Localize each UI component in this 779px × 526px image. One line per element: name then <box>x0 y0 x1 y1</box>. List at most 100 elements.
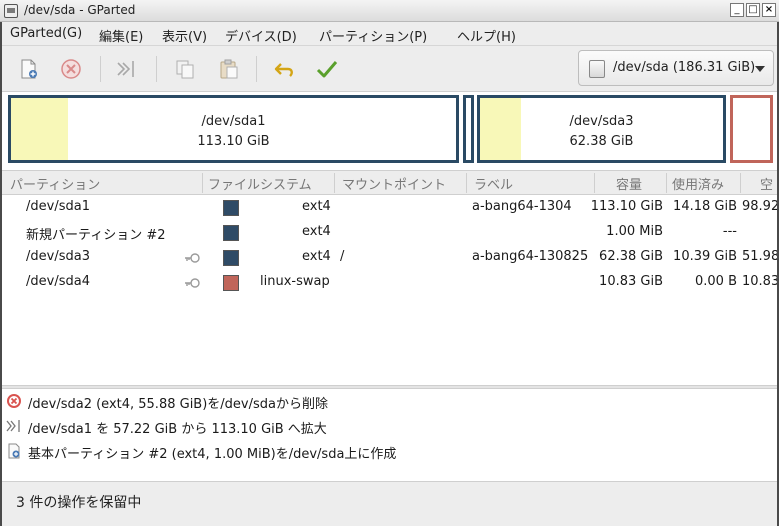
apply-button[interactable] <box>312 54 342 84</box>
cell-size: 113.10 GiB <box>590 199 663 214</box>
key-icon <box>185 278 200 288</box>
menu-gparted[interactable]: GParted(G) <box>10 26 82 41</box>
cell-filesystem: linux-swap <box>260 274 330 289</box>
cell-partition: /dev/sda4 <box>26 274 90 289</box>
resize-move-button[interactable] <box>112 54 142 84</box>
cell-filesystem: ext4 <box>302 249 331 264</box>
delete-icon <box>61 59 81 79</box>
toolbar-separator <box>156 56 157 82</box>
operation-text: /dev/sda1 を 57.22 GiB から 113.10 GiB へ拡大 <box>28 422 327 437</box>
apply-icon <box>316 61 338 78</box>
filesystem-color-swatch <box>223 225 239 241</box>
window-title: /dev/sda - GParted <box>24 3 136 17</box>
column-filesystem[interactable]: ファイルシステム <box>208 174 312 193</box>
column-separator <box>334 173 335 193</box>
delete-icon <box>7 394 21 408</box>
cell-size: 62.38 GiB <box>599 249 663 264</box>
menu-bar: GParted(G) 編集(E) 表示(V) デバイス(D) パーティション(P… <box>0 22 779 46</box>
paste-button[interactable] <box>214 54 244 84</box>
new-partition-icon <box>8 443 20 459</box>
partition-size: 62.38 GiB <box>569 134 634 149</box>
resize-icon <box>6 420 20 432</box>
cell-size: 1.00 MiB <box>606 224 663 239</box>
partition-table: /dev/sda1 ext4 a-bang64-1304 113.10 GiB … <box>2 195 779 385</box>
column-mountpoint[interactable]: マウントポイント <box>342 174 446 193</box>
filesystem-color-swatch <box>223 275 239 291</box>
toolbar: /dev/sda (186.31 GiB) <box>0 46 779 92</box>
paste-icon <box>220 59 238 79</box>
maximize-button[interactable]: □ <box>746 3 760 17</box>
table-row[interactable]: /dev/sda3 ext4 / a-bang64-130825 62.38 G… <box>2 245 779 270</box>
operation-text: /dev/sda2 (ext4, 55.88 GiB)を/dev/sdaから削除 <box>28 397 328 412</box>
column-label[interactable]: ラベル <box>474 174 513 193</box>
resize-move-icon <box>117 61 134 77</box>
column-separator <box>466 173 467 193</box>
partition-table-header: パーティション ファイルシステム マウントポイント ラベル 容量 使用済み 空 <box>2 170 779 195</box>
chevron-down-icon <box>755 66 765 72</box>
column-size[interactable]: 容量 <box>616 174 642 193</box>
column-free[interactable]: 空 <box>760 174 773 193</box>
hard-disk-icon <box>589 60 605 78</box>
menu-partition[interactable]: パーティション(P) <box>319 26 427 45</box>
undo-button[interactable] <box>270 54 300 84</box>
table-row[interactable]: /dev/sda4 linux-swap 10.83 GiB 0.00 B 10… <box>2 270 779 295</box>
table-row[interactable]: 新規パーティション #2 ext4 1.00 MiB --- <box>2 220 779 245</box>
cell-used: --- <box>722 224 737 239</box>
title-bar: /dev/sda - GParted _ □ × <box>0 0 779 22</box>
operation-text: 基本パーティション #2 (ext4, 1.00 MiB)を/dev/sda上に… <box>28 447 397 462</box>
cell-partition: /dev/sda1 <box>26 199 90 214</box>
pending-status: 3 件の操作を保留中 <box>16 495 142 511</box>
status-bar: 3 件の操作を保留中 <box>0 481 779 526</box>
pending-operations-list: /dev/sda2 (ext4, 55.88 GiB)を/dev/sdaから削除… <box>0 389 779 481</box>
menu-device[interactable]: デバイス(D) <box>225 26 297 45</box>
cell-filesystem: ext4 <box>302 224 331 239</box>
column-separator <box>202 173 203 193</box>
cell-used: 0.00 B <box>695 274 737 289</box>
menu-view[interactable]: 表示(V) <box>162 26 207 45</box>
delete-button[interactable] <box>56 54 86 84</box>
partition-name: /dev/sda1 <box>201 114 266 129</box>
key-icon <box>185 253 200 263</box>
undo-icon <box>274 63 293 77</box>
cell-used: 10.39 GiB <box>673 249 737 264</box>
copy-icon <box>176 60 194 79</box>
cell-filesystem: ext4 <box>302 199 331 214</box>
new-partition-button[interactable] <box>14 54 44 84</box>
cell-partition: 新規パーティション #2 <box>26 228 166 243</box>
column-partition[interactable]: パーティション <box>10 174 100 193</box>
column-used[interactable]: 使用済み <box>672 174 724 193</box>
menu-edit[interactable]: 編集(E) <box>99 26 143 45</box>
disk-map-partition-sda4[interactable] <box>730 95 773 163</box>
column-separator <box>594 173 595 193</box>
window-border-left <box>0 22 2 526</box>
cell-used: 14.18 GiB <box>673 199 737 214</box>
device-selector[interactable]: /dev/sda (186.31 GiB) <box>578 50 774 86</box>
filesystem-color-swatch <box>223 250 239 266</box>
close-button[interactable]: × <box>762 3 776 17</box>
disk-map-partition-sda3[interactable]: /dev/sda3 62.38 GiB <box>477 95 726 163</box>
table-row[interactable]: /dev/sda1 ext4 a-bang64-1304 113.10 GiB … <box>2 195 779 220</box>
cell-free: 10.83 <box>742 274 779 289</box>
partition-size: 113.10 GiB <box>197 134 270 149</box>
cell-label: a-bang64-1304 <box>472 199 572 214</box>
partition-name: /dev/sda3 <box>569 114 634 129</box>
toolbar-separator <box>100 56 101 82</box>
cell-partition: /dev/sda3 <box>26 249 90 264</box>
copy-button[interactable] <box>170 54 200 84</box>
app-icon <box>4 4 18 18</box>
column-separator <box>666 173 667 193</box>
cell-free: 98.92 <box>742 199 779 214</box>
cell-mountpoint: / <box>340 249 345 264</box>
filesystem-color-swatch <box>223 200 239 216</box>
column-separator <box>740 173 741 193</box>
disk-map-partition-new2[interactable] <box>463 95 474 163</box>
menu-help[interactable]: ヘルプ(H) <box>457 26 516 45</box>
cell-size: 10.83 GiB <box>599 274 663 289</box>
disk-map-partition-sda1[interactable]: /dev/sda1 113.10 GiB <box>8 95 459 163</box>
minimize-button[interactable]: _ <box>730 3 744 17</box>
device-label: /dev/sda (186.31 GiB) <box>613 60 756 75</box>
new-partition-icon <box>21 59 37 79</box>
cell-free: 51.98 <box>742 249 779 264</box>
disk-map: /dev/sda1 113.10 GiB /dev/sda3 62.38 GiB <box>0 92 779 170</box>
toolbar-separator <box>256 56 257 82</box>
